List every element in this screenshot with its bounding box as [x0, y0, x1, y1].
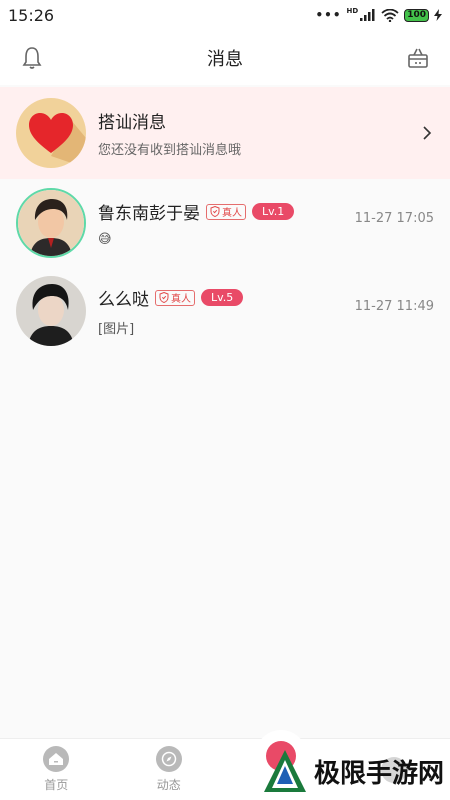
pickup-card-title: 搭讪消息 — [98, 113, 166, 133]
wifi-icon — [381, 8, 399, 22]
home-icon — [43, 746, 70, 772]
chevron-right-icon — [423, 126, 432, 140]
verified-badge: 真人 — [155, 289, 195, 306]
watermark-text: 极限手游网 — [313, 758, 444, 789]
level-badge: Lv.1 — [252, 203, 295, 220]
tab-home[interactable]: 首页 — [21, 746, 91, 793]
compass-icon — [155, 746, 182, 772]
message-preview: [图片] — [98, 322, 135, 337]
avatar[interactable] — [16, 276, 86, 346]
signal-icon — [360, 9, 375, 21]
conversation-list: 鲁东南彭于晏 真人 Lv.1 😅 11-27 17:05 么么哒 真人 Lv.5… — [0, 179, 450, 355]
message-preview: 😅 — [98, 232, 112, 247]
level-badge: Lv.5 — [201, 289, 244, 306]
conversation-row[interactable]: 么么哒 真人 Lv.5 [图片] 11-27 11:49 — [0, 267, 450, 355]
watermark: 极限手游网 — [262, 748, 444, 794]
conversation-row[interactable]: 鲁东南彭于晏 真人 Lv.1 😅 11-27 17:05 — [0, 179, 450, 267]
verified-badge-label: 真人 — [171, 294, 191, 305]
avatar[interactable] — [16, 188, 86, 258]
shop-basket-icon[interactable] — [404, 44, 432, 72]
pickup-card-text: 搭讪消息 您还没有收到搭讪消息哦 — [98, 108, 420, 158]
shield-icon — [159, 292, 169, 303]
heart-icon — [29, 113, 86, 168]
contact-name: 鲁东南彭于晏 — [98, 204, 200, 224]
pickup-messages-card[interactable]: 搭讪消息 您还没有收到搭讪消息哦 — [0, 87, 450, 179]
pickup-card-subtitle: 您还没有收到搭讪消息哦 — [98, 143, 242, 158]
nav-bar: 消息 — [0, 30, 450, 85]
status-icons: ••• HD 100 — [315, 7, 442, 22]
message-time: 11-27 11:49 — [354, 299, 434, 314]
status-bar: 15:26 ••• HD 100 — [0, 0, 450, 30]
message-time: 11-27 17:05 — [354, 211, 434, 226]
status-time: 15:26 — [8, 5, 55, 25]
user-avatar-image — [16, 276, 86, 346]
signal-dots-icon: ••• — [315, 8, 342, 22]
tab-moments[interactable]: 动态 — [134, 746, 204, 793]
user-avatar-image — [18, 190, 84, 256]
network-type: HD — [346, 7, 359, 15]
verified-badge-label: 真人 — [222, 208, 242, 219]
page-title: 消息 — [207, 48, 243, 70]
bell-icon[interactable] — [18, 44, 46, 72]
watermark-logo-icon — [263, 750, 306, 792]
charging-icon — [434, 9, 442, 21]
contact-name: 么么哒 — [98, 290, 149, 310]
tab-moments-label: 动态 — [156, 778, 181, 792]
tab-home-label: 首页 — [44, 778, 69, 792]
battery-icon: 100 — [404, 8, 429, 22]
shield-icon — [210, 206, 220, 217]
heart-avatar — [16, 98, 86, 168]
verified-badge: 真人 — [206, 203, 246, 220]
